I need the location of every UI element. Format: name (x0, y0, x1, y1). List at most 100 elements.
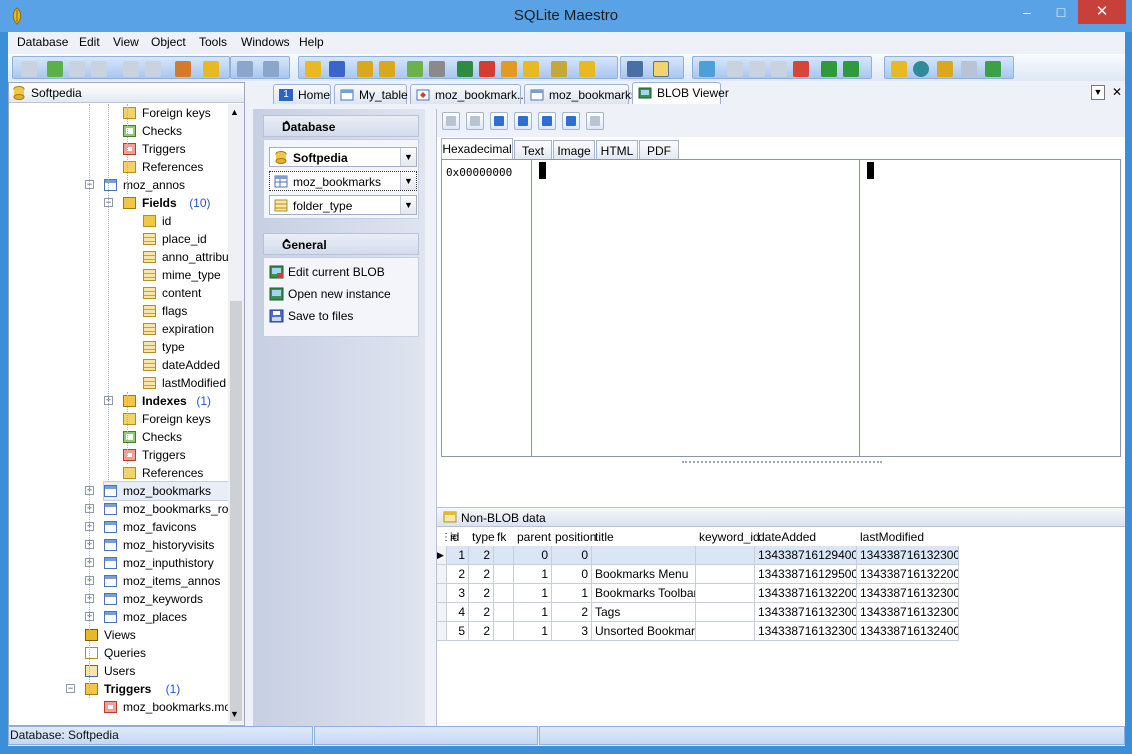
globe-icon[interactable] (913, 61, 929, 77)
table-cell[interactable]: 1343387161323000 (755, 603, 857, 621)
form-icon[interactable] (551, 61, 567, 77)
mail-icon[interactable] (961, 61, 977, 77)
script-icon[interactable] (357, 61, 373, 77)
window-icon[interactable] (263, 61, 279, 77)
print-icon[interactable] (429, 61, 445, 77)
tab-hexadecimal[interactable]: Hexadecimal (441, 138, 513, 159)
column-header[interactable]: lastModified (860, 529, 962, 546)
menu-edit[interactable]: Edit (79, 35, 100, 49)
table-cell[interactable]: 1343387161322000 (755, 584, 857, 602)
document-icon[interactable] (523, 61, 539, 77)
user-icon[interactable] (937, 61, 953, 77)
hex-editor[interactable]: 0x00000000 (441, 159, 1121, 457)
table-row[interactable]: 3 2 1 1 Bookmarks Toolbar 1343387161322000 134… (437, 584, 959, 603)
table-cell[interactable]: Bookmarks Toolbar (592, 584, 696, 602)
table-row[interactable]: 5 2 1 3 Unsorted Bookmarks 1343387161323000 13… (437, 622, 959, 641)
tab-pdf[interactable]: PDF (639, 140, 679, 159)
cascade-icon[interactable] (727, 61, 743, 77)
row-indicator[interactable] (437, 584, 447, 602)
image-icon[interactable] (457, 61, 473, 77)
disconnect-icon[interactable] (123, 61, 139, 77)
table-cell[interactable]: 1 (514, 565, 552, 583)
general-section-header[interactable]: General ⌃ (263, 233, 419, 255)
table-cell[interactable]: 5 (447, 622, 469, 640)
table-cell[interactable]: 1 (514, 603, 552, 621)
column-header[interactable]: fk (497, 529, 517, 546)
menu-windows[interactable]: Windows (241, 35, 290, 49)
filter-icon[interactable] (627, 61, 643, 77)
table-cell[interactable]: 4 (447, 603, 469, 621)
scroll-up-icon[interactable]: ▲ (230, 107, 239, 117)
menu-object[interactable]: Object (151, 35, 186, 49)
hand-icon[interactable] (579, 61, 595, 77)
table-cell[interactable] (494, 546, 514, 564)
collapse-icon[interactable]: − (66, 684, 75, 693)
collapse-icon[interactable]: ⌃ (282, 237, 412, 250)
table-cell[interactable] (494, 584, 514, 602)
table-cell[interactable]: Unsorted Bookmarks (592, 622, 696, 640)
column-header[interactable]: position (555, 529, 596, 546)
scroll-down-icon[interactable]: ▼ (230, 709, 239, 719)
database-select[interactable]: Softpedia ▼ (269, 147, 417, 167)
column-header[interactable]: dateAdded (758, 529, 860, 546)
tree-node[interactable]: + moz_bookmarks (85, 481, 228, 501)
table-cell[interactable]: 2 (469, 603, 494, 621)
table-cell[interactable] (696, 603, 755, 621)
column-header[interactable]: id (450, 529, 472, 546)
column-header[interactable]: keyword_id (699, 529, 760, 546)
add-icon[interactable] (47, 61, 63, 77)
collapse-icon[interactable]: ⌃ (282, 119, 412, 132)
explorer-header[interactable]: Softpedia (9, 83, 244, 103)
table-cell[interactable]: 1 (514, 584, 552, 602)
next-record-button[interactable] (490, 112, 508, 130)
menu-tools[interactable]: Tools (199, 35, 227, 49)
splitter-handle[interactable] (682, 461, 882, 464)
table-cell[interactable]: 1343387161323000 (857, 603, 959, 621)
tab-my-table[interactable]: My_table (334, 84, 408, 104)
table-cell[interactable]: 3 (552, 622, 592, 640)
row-indicator[interactable] (437, 622, 447, 640)
column-header[interactable]: title (595, 529, 699, 546)
connect-icon[interactable] (175, 61, 191, 77)
cancel-button[interactable] (586, 112, 604, 130)
table-row[interactable]: ▶ 1 2 0 0 1343387161294000 1343387161323000 (437, 546, 959, 565)
row-indicator[interactable] (437, 565, 447, 583)
table-cell[interactable]: 1343387161324000 (857, 622, 959, 640)
new-window-icon[interactable] (699, 61, 715, 77)
menu-database[interactable]: Database (17, 35, 68, 49)
table-cell[interactable]: 1343387161295000 (755, 565, 857, 583)
table-cell[interactable]: 1343387161294000 (755, 546, 857, 564)
table-cell[interactable] (592, 546, 696, 564)
prior-record-button[interactable] (466, 112, 484, 130)
tree-scroll-thumb[interactable] (230, 301, 242, 721)
table-select[interactable]: moz_bookmarks ▼ (269, 171, 417, 191)
column-header[interactable]: type (472, 529, 497, 546)
menu-view[interactable]: View (113, 35, 139, 49)
home-icon[interactable] (891, 61, 907, 77)
tab-text[interactable]: Text (514, 140, 552, 159)
table-cell[interactable]: 2 (469, 584, 494, 602)
export-icon[interactable] (407, 61, 423, 77)
tile-vertical-icon[interactable] (771, 61, 787, 77)
tab-html[interactable]: HTML (596, 140, 638, 159)
chevron-down-icon[interactable]: ▼ (400, 172, 416, 190)
table-cell[interactable] (696, 622, 755, 640)
sql-editor-icon[interactable] (305, 61, 321, 77)
table-cell[interactable]: 0 (552, 565, 592, 583)
first-record-button[interactable] (442, 112, 460, 130)
table-cell[interactable] (696, 565, 755, 583)
table-cell[interactable] (696, 584, 755, 602)
back-icon[interactable] (821, 61, 837, 77)
table-cell[interactable]: 2 (469, 565, 494, 583)
table-cell[interactable]: Tags (592, 603, 696, 621)
table-cell[interactable]: 1343387161323000 (857, 584, 959, 602)
copy-icon[interactable] (69, 61, 85, 77)
table-cell[interactable]: 1 (552, 584, 592, 602)
table-cell[interactable]: 3 (447, 584, 469, 602)
table-cell[interactable]: 1 (514, 622, 552, 640)
minimize-button[interactable]: – (1010, 0, 1044, 24)
table-cell[interactable]: 2 (552, 603, 592, 621)
tab-list-dropdown[interactable]: ▼ (1091, 85, 1105, 100)
report-icon[interactable] (479, 61, 495, 77)
new-icon[interactable] (21, 61, 37, 77)
